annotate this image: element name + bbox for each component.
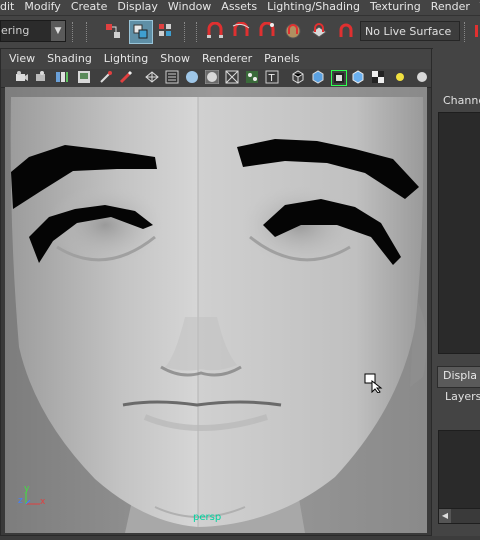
snap-to-curves-icon[interactable] (232, 22, 250, 40)
panel-menu-panels[interactable]: Panels (258, 49, 305, 69)
sphere-icon[interactable] (415, 70, 429, 84)
main-menubar: dit Modify Create Display Window Assets Lighti… (0, 0, 480, 14)
checker-icon[interactable] (371, 70, 385, 84)
smooth-shade-icon[interactable] (165, 70, 179, 84)
separator (196, 22, 199, 42)
textured-icon[interactable] (245, 70, 259, 84)
chevron-down-icon[interactable]: ▼ (51, 21, 65, 41)
two-d-pan-zoom-icon[interactable] (99, 70, 113, 84)
cube-shaded-icon[interactable] (311, 70, 325, 84)
separator (86, 22, 89, 42)
svg-text:T: T (268, 73, 276, 84)
grease-pencil-icon[interactable] (119, 70, 133, 84)
menu-window[interactable]: Window (163, 0, 216, 13)
model-panel: View Shading Lighting Show Renderer Panels T (0, 48, 432, 536)
snap-to-grids-icon[interactable] (206, 22, 224, 40)
menu-toon[interactable]: T (475, 0, 480, 13)
camera-select-icon[interactable] (15, 70, 29, 84)
menu-modify[interactable]: Modify (19, 0, 65, 13)
mouse-cursor-icon (364, 373, 384, 396)
layers-menu[interactable]: Layers (445, 390, 480, 403)
default-material-icon[interactable] (185, 70, 199, 84)
magnet-icon[interactable] (337, 22, 355, 40)
shaded-icon[interactable] (205, 70, 219, 84)
menu-set-value: ering (1, 24, 30, 37)
cube-wireframe-icon[interactable] (291, 70, 305, 84)
menu-create[interactable]: Create (66, 0, 113, 13)
make-live-icon[interactable] (310, 22, 328, 40)
x-ray-icon[interactable] (225, 70, 239, 84)
channel-box-panel: Channe Displa Layers ◀ (433, 48, 480, 536)
separator (464, 22, 467, 42)
menu-assets[interactable]: Assets (216, 0, 262, 13)
separator (184, 22, 187, 42)
panel-menu-shading[interactable]: Shading (41, 49, 98, 69)
panel-menu-lighting[interactable]: Lighting (98, 49, 154, 69)
isolate-select-icon[interactable] (331, 70, 347, 86)
cube-textured-icon[interactable] (351, 70, 365, 84)
menu-set-select[interactable]: ering ▼ (0, 20, 66, 42)
channel-box-title: Channe (443, 94, 480, 107)
scroll-left-icon[interactable]: ◀ (439, 509, 451, 523)
bottom-edge (0, 536, 480, 540)
channel-box-list[interactable] (438, 112, 480, 354)
separator (72, 22, 75, 42)
panel-menubar: View Shading Lighting Show Renderer Panels (1, 49, 431, 69)
menu-edit[interactable]: dit (0, 0, 19, 13)
face-model-render (5, 87, 427, 533)
horizontal-scrollbar[interactable]: ◀ (438, 508, 480, 524)
layer-list[interactable] (438, 430, 480, 514)
status-line: ering ▼ No Live Surface (0, 15, 480, 49)
axis-x-label: x (40, 497, 46, 507)
select-by-component-type-icon[interactable] (157, 22, 175, 40)
menu-lighting-shading[interactable]: Lighting/Shading (262, 0, 365, 13)
camera-attributes-icon[interactable] (35, 70, 49, 84)
menu-render[interactable]: Render (426, 0, 475, 13)
wireframe-icon[interactable] (145, 70, 159, 84)
select-by-object-type-icon[interactable] (129, 20, 153, 44)
panel-menu-view[interactable]: View (1, 49, 41, 69)
light-icon[interactable] (393, 70, 407, 84)
use-all-lights-icon[interactable]: T (265, 70, 279, 84)
image-plane-icon[interactable] (77, 70, 91, 84)
axis-z-label: z (18, 496, 23, 506)
menu-texturing[interactable]: Texturing (365, 0, 426, 13)
history-icon[interactable] (468, 22, 480, 40)
live-surface-field[interactable]: No Live Surface (360, 21, 460, 41)
menu-display[interactable]: Display (112, 0, 163, 13)
panel-menu-show[interactable]: Show (154, 49, 196, 69)
snap-to-view-planes-icon[interactable] (284, 22, 302, 40)
snap-to-points-icon[interactable] (258, 22, 276, 40)
panel-toolbar: T (1, 69, 431, 88)
perspective-viewport[interactable] (5, 87, 427, 533)
select-by-hierarchy-icon[interactable] (104, 22, 122, 40)
axis-y-label: y (24, 484, 30, 494)
camera-name-label: persp (193, 512, 222, 523)
panel-menu-renderer[interactable]: Renderer (196, 49, 258, 69)
tab-display[interactable]: Displa (443, 369, 477, 382)
bookmarks-icon[interactable] (55, 70, 69, 84)
